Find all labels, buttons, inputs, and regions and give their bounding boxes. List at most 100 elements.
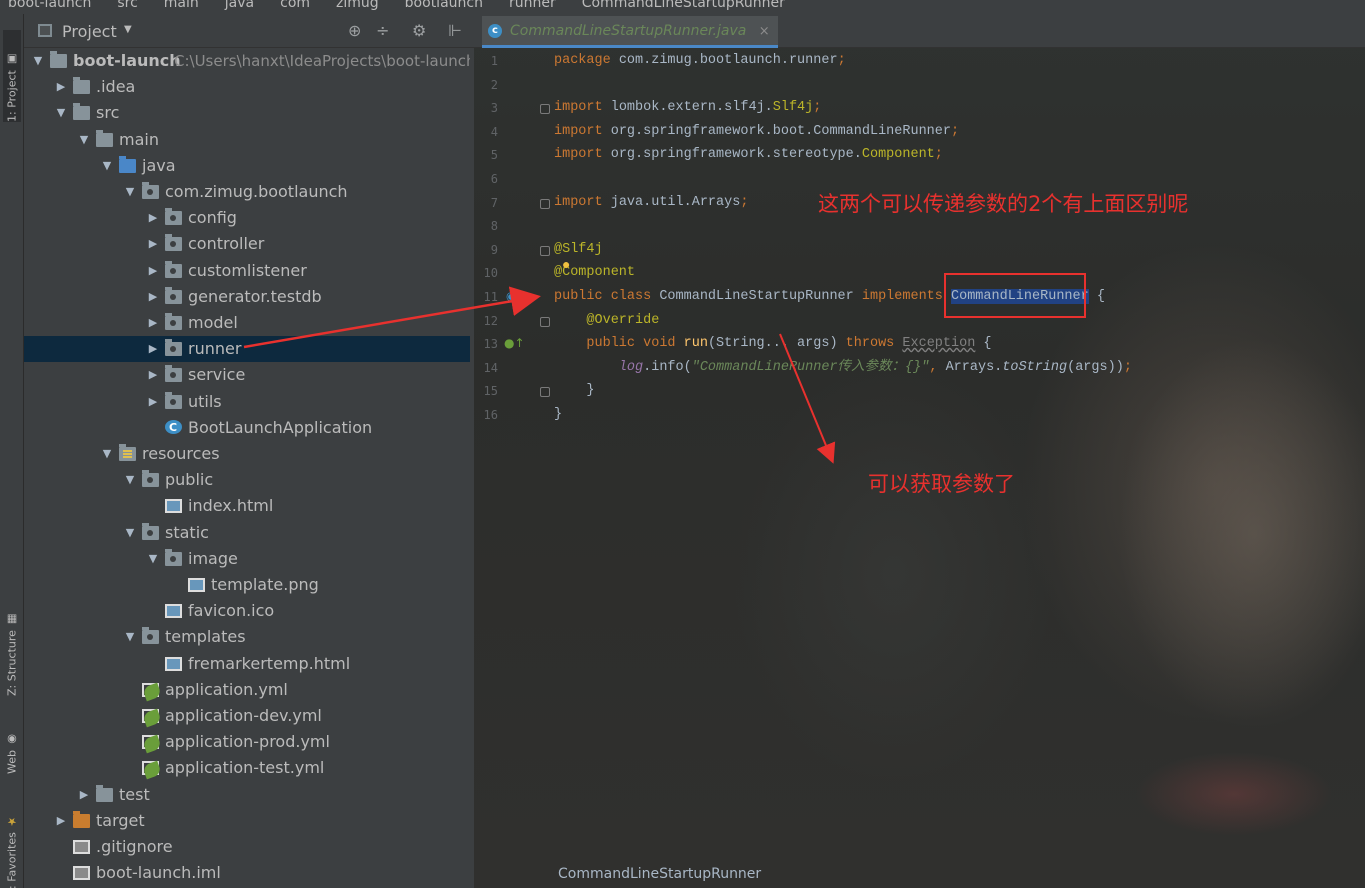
tree-item-label: generator.testdb	[188, 286, 322, 306]
tree-item[interactable]: fremarkertemp.html	[24, 651, 470, 677]
expanded-arrow-icon[interactable]: ▼	[124, 624, 136, 650]
code-editor: c CommandLineStartupRunner.java × 123456…	[474, 14, 1365, 888]
project-tool-tab[interactable]: 1: Project ▣	[3, 30, 21, 122]
star-icon: ★	[5, 815, 19, 829]
tree-item[interactable]: ▼ src	[24, 100, 470, 126]
expanded-arrow-icon[interactable]: ▼	[124, 467, 136, 493]
project-root-path: C:\Users\hanxt\IdeaProjects\boot-launch	[174, 52, 470, 70]
tree-item[interactable]: BootLaunchApplication	[24, 415, 470, 441]
tree-item[interactable]: ▼ com.zimug.bootlaunch	[24, 179, 470, 205]
collapse-all-icon[interactable]: ÷	[376, 21, 389, 40]
tree-item[interactable]: application-prod.yml	[24, 729, 470, 755]
spring-leaf-icon	[142, 708, 162, 728]
tree-item[interactable]: ▶ .idea	[24, 74, 470, 100]
tree-item[interactable]: application-test.yml	[24, 755, 470, 781]
bottom-breadcrumb[interactable]: CommandLineStartupRunner	[558, 866, 761, 882]
collapsed-arrow-icon[interactable]: ▶	[78, 782, 90, 808]
tree-item[interactable]: ▶ utils	[24, 389, 470, 415]
tree-item[interactable]: ▶ service	[24, 362, 470, 388]
expanded-arrow-icon[interactable]: ▼	[147, 546, 159, 572]
tree-item[interactable]: ▶ target	[24, 808, 470, 834]
tree-item-label: service	[188, 365, 246, 385]
expanded-arrow-icon[interactable]: ▼	[78, 127, 90, 153]
tree-item-label: com.zimug.bootlaunch	[165, 182, 348, 201]
web-tool-icon: ◉	[5, 733, 19, 747]
collapsed-arrow-icon[interactable]: ▶	[147, 362, 159, 388]
view-dropdown-chevron-icon[interactable]: ▼	[124, 24, 132, 35]
web-tool-tab[interactable]: Web ◉	[3, 714, 21, 774]
tree-item[interactable]: index.html	[24, 493, 470, 519]
arrow-to-bottom-note	[779, 333, 836, 464]
tree-item-label: target	[96, 810, 145, 830]
annotation-arrows	[779, 333, 836, 464]
tree-item[interactable]: application-dev.yml	[24, 703, 470, 729]
package-icon	[165, 313, 182, 330]
tree-item[interactable]: ▶ customlistener	[24, 258, 470, 284]
package-icon	[165, 208, 182, 226]
nav-breadcrumb[interactable]: boot-launch src main java com zimug bootlaunch…	[8, 0, 811, 11]
web-tool-tab-label: Web	[5, 750, 19, 774]
collapsed-arrow-icon[interactable]: ▶	[147, 231, 159, 257]
expanded-arrow-icon[interactable]: ▼	[101, 153, 113, 179]
collapsed-arrow-icon[interactable]: ▶	[147, 258, 159, 284]
structure-tool-tab[interactable]: Z: Structure ▦	[3, 596, 21, 696]
nav-crumb[interactable]: com	[280, 0, 310, 11]
package-icon	[142, 522, 159, 540]
scroll-from-source-icon[interactable]: ⊕	[348, 21, 361, 40]
collapsed-arrow-icon[interactable]: ▶	[147, 205, 159, 231]
nav-crumb[interactable]: bootlaunch	[405, 0, 483, 11]
tree-item[interactable]: template.png	[24, 572, 470, 598]
collapsed-arrow-icon[interactable]: ▶	[147, 336, 159, 362]
collapsed-arrow-icon[interactable]: ▶	[147, 284, 159, 310]
nav-crumb[interactable]: src	[117, 0, 137, 11]
tree-item[interactable]: ▼ templates	[24, 624, 470, 650]
collapsed-arrow-icon[interactable]: ▶	[55, 74, 67, 100]
nav-crumb[interactable]: runner	[509, 0, 556, 11]
spring-yml-icon	[142, 734, 162, 754]
tree-item[interactable]: ▼ resources	[24, 441, 470, 467]
nav-crumb[interactable]: CommandLineStartupRunner	[582, 0, 785, 11]
gear-icon[interactable]: ⚙	[412, 21, 426, 40]
tree-item-label: static	[165, 522, 209, 542]
tree-item[interactable]: ▶ generator.testdb	[24, 284, 470, 310]
expanded-arrow-icon[interactable]: ▼	[55, 100, 67, 126]
tree-item[interactable]: ▼ java	[24, 153, 470, 179]
tree-item[interactable]: ▶ controller	[24, 231, 470, 257]
tree-item[interactable]: ▶ test	[24, 782, 470, 808]
tree-item-label: image	[188, 548, 238, 568]
favorites-tool-tab[interactable]: 2: Favorites ★	[3, 796, 21, 888]
project-tool-icon: ▣	[5, 53, 19, 67]
tree-item[interactable]: ▶ config	[24, 205, 470, 231]
expanded-arrow-icon[interactable]: ▼	[32, 48, 44, 74]
expanded-arrow-icon[interactable]: ▼	[124, 520, 136, 546]
project-tool-tab-label: 1: Project	[5, 70, 19, 122]
nav-crumb[interactable]: boot-launch	[8, 0, 91, 11]
project-panel: Project ▼ ⊕ ÷ ⚙ ⊩ ▼ boot-launch C:\Users\h…	[24, 14, 494, 888]
tree-item[interactable]: ▼ image	[24, 546, 470, 572]
spring-yml-icon	[142, 682, 162, 702]
tree-item[interactable]: ▶ model	[24, 310, 470, 336]
tree-item[interactable]: ▼ main	[24, 127, 470, 153]
collapsed-arrow-icon[interactable]: ▶	[147, 310, 159, 336]
nav-crumb[interactable]: main	[164, 0, 199, 11]
tree-item[interactable]: favicon.ico	[24, 598, 470, 624]
tree-item[interactable]: ▶ runner	[24, 336, 470, 363]
project-panel-title[interactable]: Project	[62, 22, 117, 41]
tree-item[interactable]: boot-launch.iml	[24, 860, 470, 886]
tree-item[interactable]: application.yml	[24, 677, 470, 703]
collapsed-arrow-icon[interactable]: ▶	[147, 389, 159, 415]
ico-file-icon	[165, 604, 182, 619]
folder-icon	[96, 129, 113, 147]
hide-panel-icon[interactable]: ⊩	[448, 21, 462, 40]
tree-item[interactable]: ▼ public	[24, 467, 470, 493]
nav-crumb[interactable]: zimug	[336, 0, 379, 11]
collapsed-arrow-icon[interactable]: ▶	[55, 808, 67, 834]
structure-tool-tab-label: Z: Structure	[5, 630, 19, 696]
expanded-arrow-icon[interactable]: ▼	[101, 441, 113, 467]
nav-crumb[interactable]: java	[225, 0, 254, 11]
tree-item[interactable]: ▼ boot-launch C:\Users\hanxt\IdeaProjects\…	[24, 48, 470, 74]
folder-icon	[73, 103, 90, 121]
tree-item[interactable]: ▼ static	[24, 520, 470, 546]
tree-item[interactable]: .gitignore	[24, 834, 470, 860]
expanded-arrow-icon[interactable]: ▼	[124, 179, 136, 205]
